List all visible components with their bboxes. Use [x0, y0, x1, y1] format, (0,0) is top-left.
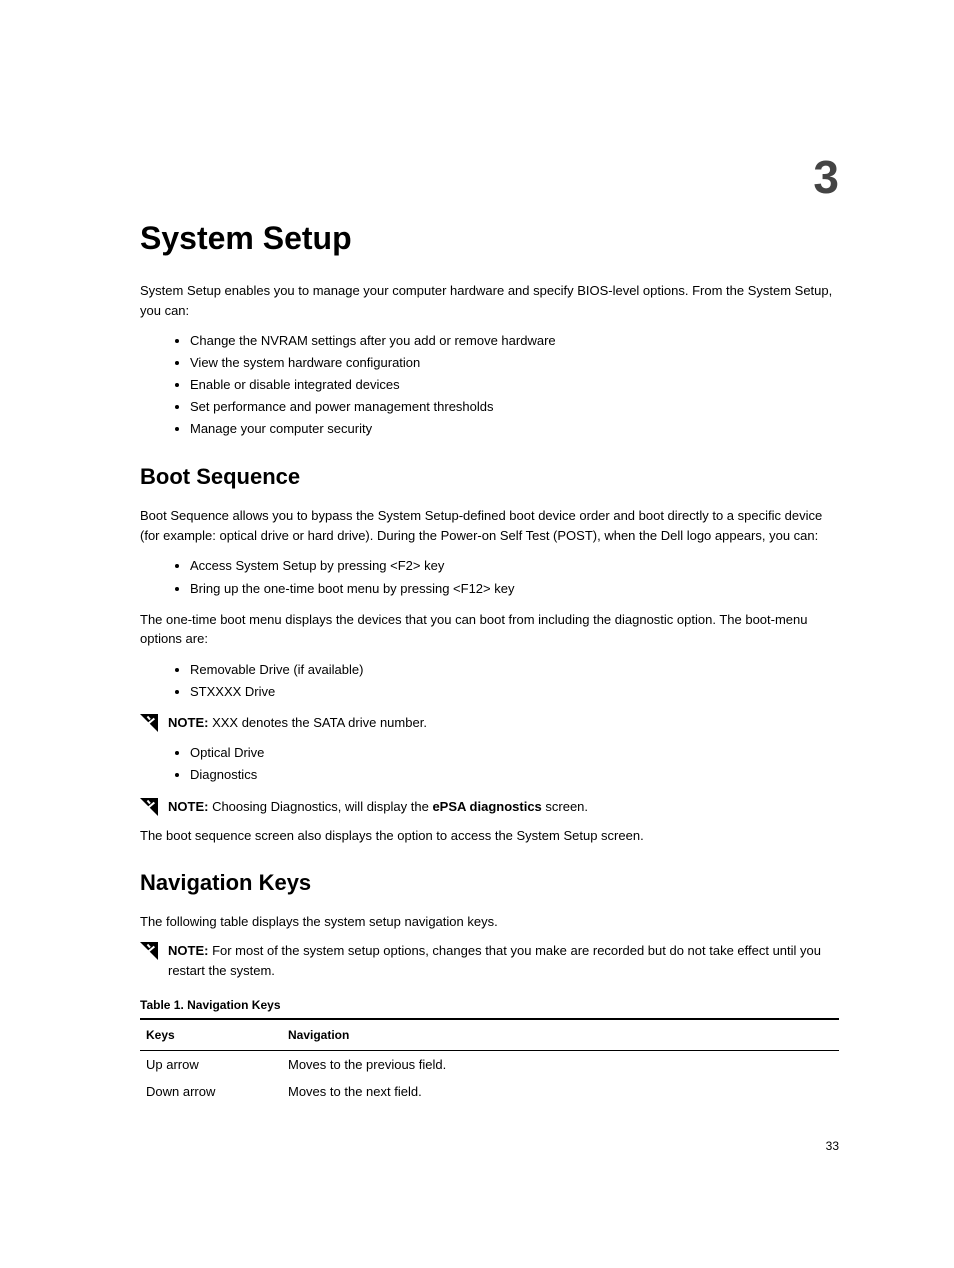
- section-heading-navigation-keys: Navigation Keys: [140, 870, 839, 896]
- section-heading-boot-sequence: Boot Sequence: [140, 464, 839, 490]
- navigation-keys-table: Keys Navigation Up arrow Moves to the pr…: [140, 1018, 839, 1105]
- body-paragraph: Boot Sequence allows you to bypass the S…: [140, 506, 839, 545]
- note-icon: [140, 714, 158, 732]
- intro-list: Change the NVRAM settings after you add …: [140, 330, 839, 440]
- list-item: Change the NVRAM settings after you add …: [190, 330, 839, 352]
- note-text: NOTE: Choosing Diagnostics, will display…: [168, 797, 839, 817]
- body-paragraph: The boot sequence screen also displays t…: [140, 826, 839, 846]
- note-body-prefix: Choosing Diagnostics, will display the: [208, 799, 432, 814]
- note-block: NOTE: Choosing Diagnostics, will display…: [140, 797, 839, 817]
- note-label: NOTE:: [168, 943, 208, 958]
- note-label: NOTE:: [168, 799, 208, 814]
- table-cell-nav: Moves to the next field.: [282, 1078, 839, 1105]
- note-icon: [140, 942, 158, 960]
- note-body: For most of the system setup options, ch…: [168, 943, 821, 978]
- list-item: STXXXX Drive: [190, 681, 839, 703]
- table-cell-key: Down arrow: [140, 1078, 282, 1105]
- list-item: Set performance and power management thr…: [190, 396, 839, 418]
- table-cell-nav: Moves to the previous field.: [282, 1051, 839, 1079]
- table-header-keys: Keys: [140, 1019, 282, 1051]
- note-text: NOTE: For most of the system setup optio…: [168, 941, 839, 980]
- list-item: Manage your computer security: [190, 418, 839, 440]
- note-bold-term: ePSA diagnostics: [432, 799, 541, 814]
- table-row: Up arrow Moves to the previous field.: [140, 1051, 839, 1079]
- note-text: NOTE: XXX denotes the SATA drive number.: [168, 713, 839, 733]
- table-header-row: Keys Navigation: [140, 1019, 839, 1051]
- document-page: 3 System Setup System Setup enables you …: [0, 0, 954, 1165]
- list-item: Optical Drive: [190, 742, 839, 764]
- page-number: 33: [826, 1139, 839, 1153]
- page-title: System Setup: [140, 220, 839, 257]
- list-item: Bring up the one-time boot menu by press…: [190, 578, 839, 600]
- table-caption: Table 1. Navigation Keys: [140, 998, 839, 1012]
- table-cell-key: Up arrow: [140, 1051, 282, 1079]
- note-body-suffix: screen.: [542, 799, 588, 814]
- note-body: XXX denotes the SATA drive number.: [208, 715, 426, 730]
- list-item: Access System Setup by pressing <F2> key: [190, 555, 839, 577]
- note-block: NOTE: XXX denotes the SATA drive number.: [140, 713, 839, 733]
- boot-list-2: Removable Drive (if available) STXXXX Dr…: [140, 659, 839, 703]
- intro-paragraph: System Setup enables you to manage your …: [140, 281, 839, 320]
- list-item: Diagnostics: [190, 764, 839, 786]
- note-icon: [140, 798, 158, 816]
- note-block: NOTE: For most of the system setup optio…: [140, 941, 839, 980]
- list-item: View the system hardware configuration: [190, 352, 839, 374]
- body-paragraph: The one-time boot menu displays the devi…: [140, 610, 839, 649]
- table-row: Down arrow Moves to the next field.: [140, 1078, 839, 1105]
- chapter-number: 3: [813, 150, 839, 204]
- body-paragraph: The following table displays the system …: [140, 912, 839, 932]
- note-label: NOTE:: [168, 715, 208, 730]
- boot-list-3: Optical Drive Diagnostics: [140, 742, 839, 786]
- boot-list-1: Access System Setup by pressing <F2> key…: [140, 555, 839, 599]
- list-item: Removable Drive (if available): [190, 659, 839, 681]
- table-header-navigation: Navigation: [282, 1019, 839, 1051]
- list-item: Enable or disable integrated devices: [190, 374, 839, 396]
